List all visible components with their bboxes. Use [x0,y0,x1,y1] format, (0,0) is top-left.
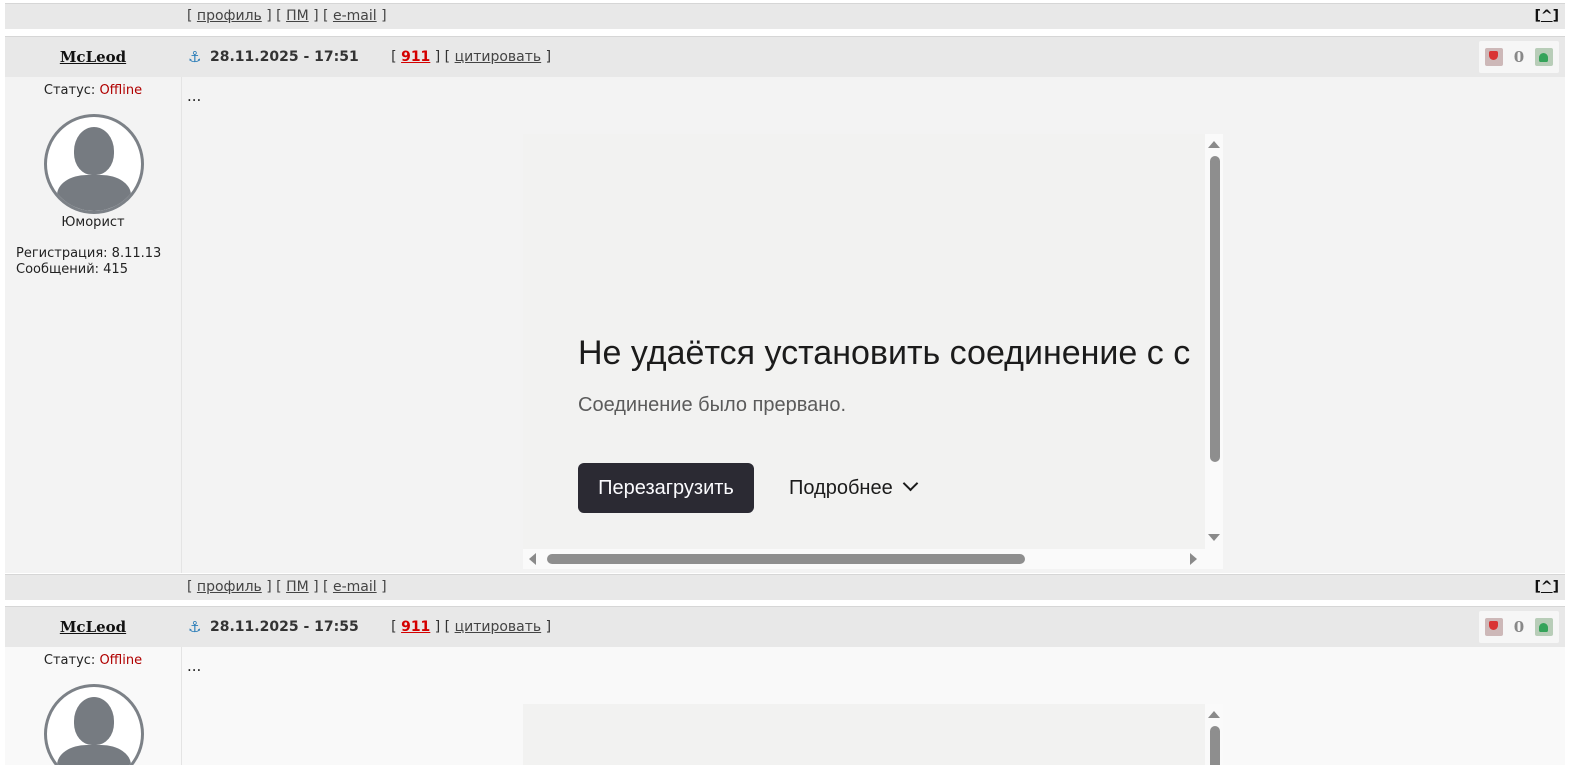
author-cell: McLeod [5,607,181,647]
to-top-link[interactable]: ^ [1541,8,1553,24]
pm-link[interactable]: ПМ [286,8,309,24]
error-subtitle: Соединение было прервано. [578,394,847,416]
scroll-up-arrow-icon[interactable] [1208,711,1220,718]
bracket: ] [ [313,8,329,24]
to-top-link[interactable]: ^ [1541,579,1553,595]
bracket: [ [187,8,193,24]
vertical-scrollbar[interactable] [1205,704,1223,765]
status-line: Статус: Offline [5,653,181,668]
post-links: [ профиль ] [ ПМ ] [ e-mail ] [187,8,387,24]
bracket: ] [ [430,49,455,65]
status-line: Статус: Offline [5,83,181,98]
avatar-shoulders-shape [57,175,131,211]
to-top-link-wrap: [^] [1534,8,1559,24]
status-value: Offline [99,653,143,668]
author-name-link[interactable]: McLeod [60,48,126,66]
profile-link[interactable]: профиль [197,579,262,595]
scroll-right-arrow-icon[interactable] [1190,553,1197,565]
avatar-head-shape [74,697,114,745]
links-bar-left-cell [5,4,181,29]
post-body: Статус: Offline ... [5,647,1565,765]
bracket: [ [391,49,402,65]
anchor-icon[interactable]: ⚓ [188,48,204,66]
bracket: ] [ [266,8,282,24]
forum-thread: [ профиль ] [ ПМ ] [ e-mail ] [^] McLeod… [5,0,1565,765]
thumbs-up-icon[interactable] [1535,48,1553,66]
bracket: ] [ [313,579,329,595]
scroll-up-arrow-icon[interactable] [1208,141,1220,148]
post-number-link[interactable]: 911 [401,49,430,65]
rating-box: 0 [1479,41,1559,73]
post-date: 28.11.2025 - 17:51 [210,49,359,65]
avatar[interactable] [44,684,144,765]
error-title: Не удаётся установить соединение с с [578,334,1191,372]
email-link[interactable]: e-mail [333,8,377,24]
post-date: 28.11.2025 - 17:55 [210,619,359,635]
pm-link[interactable]: ПМ [286,579,309,595]
registration-info: Регистрация: 8.11.13 Сообщений: 415 [16,246,161,278]
vertical-scrollbar[interactable] [1205,134,1223,549]
embedded-frame[interactable]: Не удаётся установить соединение с с Сое… [523,134,1223,569]
profile-link[interactable]: профиль [197,8,262,24]
post-number-link[interactable]: 911 [401,619,430,635]
user-info-cell: Статус: Offline Юморист Регистрация: 8.1… [5,77,182,573]
author-name-link[interactable]: McLeod [60,618,126,636]
embedded-frame[interactable] [523,704,1223,765]
quote-link[interactable]: цитировать [455,49,542,65]
scroll-left-arrow-icon[interactable] [529,553,536,565]
scroll-down-arrow-icon[interactable] [1208,534,1220,541]
horizontal-scrollbar[interactable] [523,549,1223,569]
quote-link[interactable]: цитировать [455,619,542,635]
rating-box: 0 [1479,611,1559,643]
post-meta: ⚓ 28.11.2025 - 17:51 [ 911 ] [ цитировать… [188,48,551,66]
status-label: Статус: [43,83,96,98]
avatar-head-shape [74,127,114,175]
details-button[interactable]: Подробнее [789,463,919,513]
chevron-down-icon [902,475,919,492]
reload-button[interactable]: Перезагрузить [578,463,754,513]
anchor-icon[interactable]: ⚓ [188,618,204,636]
post-links-bar: [ профиль ] [ ПМ ] [ e-mail ] [^] [5,3,1565,29]
post-links-bar: [ профиль ] [ ПМ ] [ e-mail ] [^] [5,574,1565,600]
email-link[interactable]: e-mail [333,579,377,595]
avatar-shoulders-shape [57,745,131,765]
post-header: McLeod ⚓ 28.11.2025 - 17:51 [ 911 ] [ цит… [5,36,1565,77]
post-meta: ⚓ 28.11.2025 - 17:55 [ 911 ] [ цитировать… [188,618,551,636]
post-text: ... [187,87,202,105]
bracket: [ [187,579,193,595]
status-value: Offline [99,83,143,98]
bracket: ] [381,579,387,595]
bracket: ] [ [266,579,282,595]
user-info-cell: Статус: Offline [5,647,182,765]
links-bar-left-cell [5,575,181,600]
post-links: [ профиль ] [ ПМ ] [ e-mail ] [187,579,387,595]
bracket: [ [391,619,402,635]
status-label: Статус: [43,653,96,668]
details-label: Подробнее [789,477,893,499]
message-count: Сообщений: 415 [16,262,128,277]
post-body: Статус: Offline Юморист Регистрация: 8.1… [5,77,1565,573]
post-separator [5,29,1565,35]
registration-date: Регистрация: 8.11.13 [16,246,162,261]
post-text: ... [187,657,202,675]
bracket: ] [541,619,552,635]
avatar[interactable] [44,114,144,214]
bracket: ] [ [430,619,455,635]
vertical-scroll-thumb[interactable] [1210,726,1220,765]
thumbs-up-icon[interactable] [1535,618,1553,636]
bracket: ] [541,49,552,65]
vertical-scroll-thumb[interactable] [1210,156,1220,462]
horizontal-scroll-thumb[interactable] [547,554,1025,564]
post-header: McLeod ⚓ 28.11.2025 - 17:55 [ 911 ] [ цит… [5,606,1565,647]
user-rank: Юморист [61,215,125,230]
author-cell: McLeod [5,37,181,77]
bracket: ] [381,8,387,24]
to-top-link-wrap: [^] [1534,579,1559,595]
